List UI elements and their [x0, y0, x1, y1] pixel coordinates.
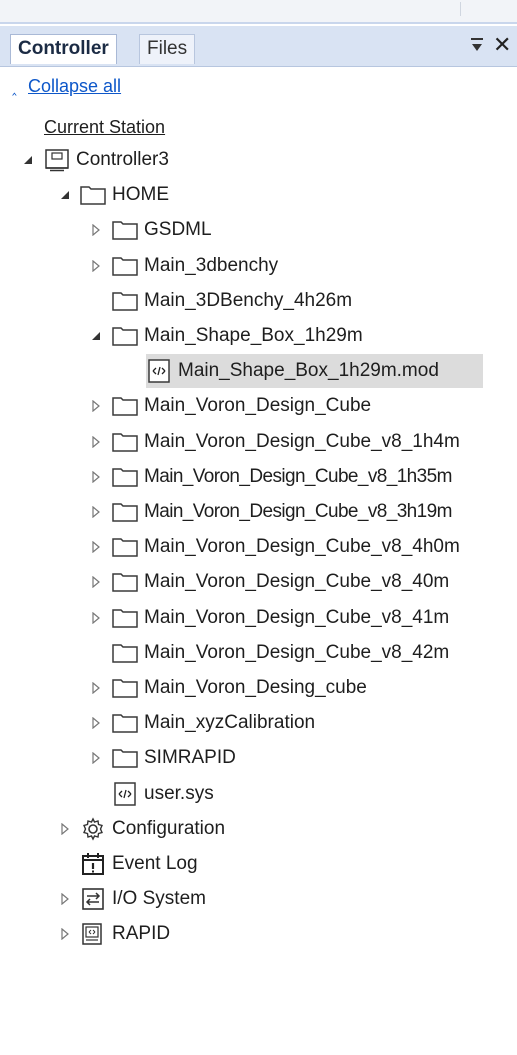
tree-node[interactable]: Main_Voron_Design_Cube_v8_1h4m: [92, 425, 460, 459]
io-system-icon: [80, 888, 106, 910]
tree-node-label: Main_Voron_Design_Cube_v8_4h0m: [144, 536, 460, 558]
pin-dropdown-icon[interactable]: [468, 36, 486, 56]
folder-icon: [112, 255, 138, 277]
tree-node[interactable]: HOME: [61, 178, 169, 212]
tree-node[interactable]: Main_Voron_Design_Cube_v8_3h19m: [92, 495, 452, 529]
expand-node-icon[interactable]: [90, 541, 102, 554]
tree-node-label: Main_Voron_Desing_cube: [144, 677, 367, 698]
tree-node-label: user.sys: [144, 782, 214, 804]
expand-node-icon[interactable]: [90, 506, 102, 518]
tree-node[interactable]: Main_3dbenchy: [92, 249, 279, 283]
tree-node[interactable]: SIMRAPID: [92, 741, 236, 775]
tree-node[interactable]: Main_Voron_Desing_cube: [92, 671, 367, 705]
tree-node-selected[interactable]: Main_Shape_Box_1h29m.mod: [146, 354, 483, 389]
tree-node[interactable]: I/O System: [61, 882, 206, 916]
tree-node-label: SIMRAPID: [144, 747, 236, 769]
folder-icon: [112, 395, 138, 417]
expand-node-icon[interactable]: [90, 717, 102, 730]
tree-node[interactable]: Main_Voron_Design_Cube: [92, 389, 372, 423]
folder-icon: [112, 466, 138, 488]
tab-files[interactable]: Files: [139, 34, 196, 64]
folder-icon: [112, 571, 138, 593]
folder-icon: [112, 642, 138, 664]
collapse-all-link[interactable]: ‸ Collapse all: [12, 76, 121, 97]
collapse-node-icon[interactable]: [22, 154, 34, 166]
expand-node-icon[interactable]: [90, 682, 102, 694]
tree-node-label: Main_Shape_Box_1h29m.mod: [178, 360, 439, 382]
current-station-link[interactable]: Current Station: [44, 117, 165, 138]
expand-node-icon[interactable]: [90, 470, 102, 483]
gear-icon: [80, 817, 106, 841]
folder-icon: [112, 536, 138, 558]
module-file-icon: [112, 781, 138, 806]
folder-icon: [112, 677, 138, 699]
tree-node-label: RAPID: [112, 923, 171, 945]
folder-icon: [112, 219, 138, 241]
tree-node-label: HOME: [112, 184, 169, 206]
folder-icon: [112, 712, 138, 734]
folder-icon: [112, 431, 138, 453]
tab-controller[interactable]: Controller: [10, 34, 117, 64]
expand-node-icon[interactable]: [90, 400, 102, 413]
tree-node[interactable]: Main_Shape_Box_1h29m: [92, 319, 363, 353]
tree-node-label: Main_Voron_Design_Cube_v8_41m: [144, 606, 450, 628]
expand-node-icon[interactable]: [90, 611, 102, 624]
expand-node-icon[interactable]: [90, 259, 102, 272]
tree-node-label: Main_3DBenchy_4h26m: [144, 289, 353, 311]
tree-node[interactable]: user.sys: [112, 777, 214, 811]
folder-icon: [112, 607, 138, 629]
top-strip: [0, 0, 517, 24]
expand-node-icon[interactable]: [90, 752, 102, 765]
tree-node-label: Main_xyzCalibration: [144, 712, 316, 734]
tree-node-label: Main_Shape_Box_1h29m: [144, 325, 363, 346]
tree-node[interactable]: Main_Voron_Design_Cube_v8_41m: [92, 601, 450, 635]
controller-icon: [44, 149, 70, 172]
expand-node-icon[interactable]: [90, 576, 102, 589]
expand-node-icon[interactable]: [90, 435, 102, 448]
tree-node[interactable]: Event Log: [80, 847, 198, 881]
tree-node-label: Event Log: [112, 853, 198, 874]
folder-icon: [80, 184, 106, 206]
tree-node[interactable]: Main_Voron_Design_Cube_v8_40m: [92, 565, 450, 599]
tree-node-label: Controller3: [76, 149, 169, 170]
close-panel-button[interactable]: ✕: [493, 32, 511, 58]
folder-icon: [112, 290, 138, 312]
tree-node[interactable]: GSDML: [92, 213, 212, 247]
tree-node[interactable]: Configuration: [61, 812, 226, 846]
tree-node[interactable]: Main_3DBenchy_4h26m: [112, 284, 352, 318]
tree-node-label: GSDML: [144, 219, 212, 241]
collapse-all-label: Collapse all: [28, 76, 122, 96]
tree-node-label: Main_Voron_Design_Cube_v8_3h19m: [144, 501, 452, 522]
tree-node-label: Main_3dbenchy: [144, 254, 279, 276]
tree-node-label: Main_Voron_Design_Cube_v8_42m: [144, 641, 450, 663]
module-file-icon: [146, 359, 172, 383]
strip-separator: [460, 2, 461, 16]
event-log-icon: [80, 853, 106, 875]
collapse-node-icon[interactable]: [59, 189, 71, 201]
folder-icon: [112, 501, 138, 523]
double-chevron-up-icon: ‸: [12, 79, 17, 95]
tree-node[interactable]: Main_Voron_Design_Cube_v8_42m: [112, 636, 449, 670]
tree-node[interactable]: RAPID: [61, 917, 171, 951]
tree-node-label: Main_Voron_Design_Cube: [144, 395, 372, 417]
tree-node[interactable]: Main_Voron_Design_Cube_v8_4h0m: [92, 530, 460, 564]
tree-node-label: Main_Voron_Design_Cube_v8_40m: [144, 571, 450, 593]
tree-node[interactable]: Controller3: [24, 143, 169, 177]
tree-node[interactable]: Main_xyzCalibration: [92, 706, 316, 740]
tree-node-label: Main_Voron_Design_Cube_v8_1h4m: [144, 430, 460, 452]
expand-node-icon[interactable]: [90, 224, 102, 237]
expand-node-icon[interactable]: [59, 893, 71, 906]
folder-icon: [112, 325, 138, 347]
folder-icon: [112, 747, 138, 769]
tree-node-label: I/O System: [112, 888, 206, 910]
panel-tab-bar: Controller Files ✕: [0, 26, 517, 67]
rapid-icon: [80, 923, 106, 946]
tree-node[interactable]: Main_Voron_Design_Cube_v8_1h35m: [92, 460, 452, 494]
expand-node-icon[interactable]: [59, 928, 71, 941]
tree-node-label: Configuration: [112, 817, 226, 839]
expand-node-icon[interactable]: [59, 822, 71, 835]
tree-node-label: Main_Voron_Design_Cube_v8_1h35m: [144, 465, 452, 487]
collapse-node-icon[interactable]: [90, 330, 102, 342]
